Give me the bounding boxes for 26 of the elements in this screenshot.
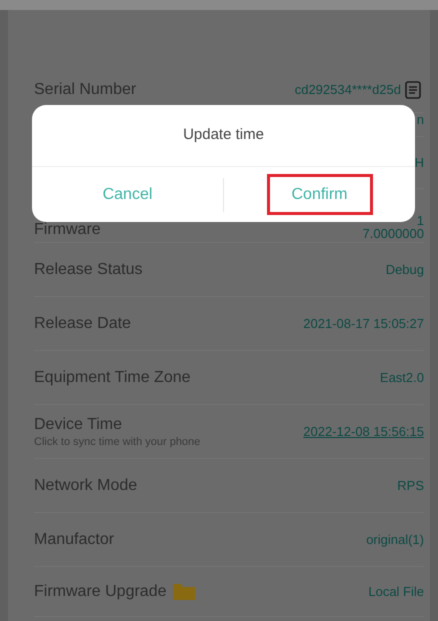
row-value: H: [414, 156, 424, 169]
row-label: Equipment Time Zone: [34, 368, 191, 388]
row-value: 1: [416, 214, 424, 227]
row-label: Network Mode: [34, 476, 138, 496]
row-value: n: [416, 113, 424, 126]
copy-icon[interactable]: [404, 80, 424, 100]
row-value: 2021-08-17 15:05:27: [303, 317, 424, 330]
cancel-button[interactable]: Cancel: [94, 174, 160, 215]
row-label: Firmware: [34, 220, 101, 240]
row-value: East2.0: [380, 371, 424, 384]
row-label: Serial Number: [34, 80, 136, 100]
row-value: 7.0000000: [362, 227, 424, 240]
row-label: Manufactor: [34, 530, 114, 550]
dialog-title: Update time: [183, 125, 264, 146]
row-value: RPS: [397, 479, 424, 492]
confirm-button[interactable]: Confirm: [266, 174, 372, 215]
row-value: Debug: [386, 263, 424, 276]
row-value: cd292534****d25d: [294, 83, 401, 96]
device-time-link[interactable]: 2022-12-08 15:56:15: [303, 424, 424, 440]
local-file-link[interactable]: Local File: [368, 585, 424, 598]
row-value: original(1): [366, 533, 424, 546]
row-label: Release Date: [34, 314, 131, 334]
folder-icon: [172, 582, 196, 601]
row-label: Firmware Upgrade: [34, 582, 166, 602]
row-label: Device Time: [34, 414, 124, 434]
row-label: Release Status: [34, 260, 143, 280]
